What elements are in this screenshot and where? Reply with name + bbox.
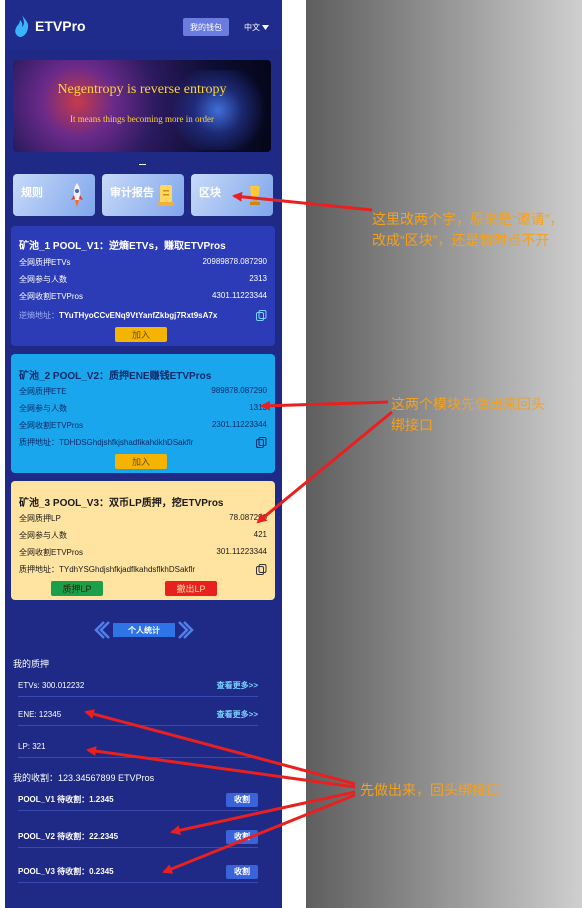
pool-3-row-label: 全网参与人数	[19, 531, 67, 540]
my-harvest-label: 我的收割：123.34567899 ETVPros	[13, 773, 155, 783]
block-tile[interactable]: 区块	[191, 174, 273, 216]
chevron-down-icon	[262, 25, 269, 30]
harvest-value: POOL_V3 待收割：0.2345	[18, 867, 114, 876]
pool-3-row-value: 78.087290	[229, 513, 267, 522]
harvest-value: POOL_V2 待收割：22.2345	[18, 832, 119, 841]
pool-1-row: 全网收割ETVPros 4301.11223344	[19, 291, 267, 302]
pool-2-row: 全网参与人数 1313	[19, 403, 267, 414]
pool-3-address-value: TYdhYSGhdjshfkjadflkahdsflkhDSakflr	[59, 565, 196, 574]
carousel-indicator	[139, 164, 146, 165]
pool-1-row-value: 2313	[249, 274, 267, 283]
pool-1-row-label: 全网收割ETVPros	[19, 292, 84, 301]
view-more-link[interactable]: 查看更多>>	[217, 709, 258, 720]
audit-report-tile[interactable]: 审计报告	[102, 174, 184, 216]
pool-1-row-value: 4301.11223344	[211, 291, 267, 300]
stake-row: LP: 321	[18, 736, 258, 758]
harvest-button[interactable]: 收割	[226, 864, 258, 879]
phone-screen: ETVPro 我的钱包 中文 Negentropy is reverse ent…	[5, 0, 282, 908]
pool-1-row-value: 20989878.087290	[202, 257, 267, 266]
pool-2-title: 矿池_2 POOL_V2：质押ENE赚钱ETVPros	[19, 371, 212, 382]
stake-value: ETVs: 300.012232	[18, 681, 85, 690]
block-label: 区块	[199, 187, 221, 199]
pool-3-row-label: 全网质押LP	[19, 514, 61, 523]
banner: Negentropy is reverse entropy It means t…	[13, 60, 271, 152]
pool-3-row-value: 301.11223344	[216, 547, 267, 556]
pool-card-3: 矿池_3 POOL_V3：双币LP质押，挖ETVPros 全网质押LP 78.08…	[11, 481, 275, 600]
pool-2-row-label: 全网收割ETVPros	[19, 421, 84, 430]
banner-title: Negentropy is reverse entropy	[57, 82, 227, 97]
pool-3-row-value: 421	[253, 530, 267, 539]
pool-2-address-value: TDHDSGhdjshfkjshadfikahdkhDSakflr	[59, 438, 194, 447]
rules-tile[interactable]: 规则	[13, 174, 95, 216]
pool-1-row: 全网质押ETVs 20989878.087290	[19, 257, 267, 268]
pool-3-row: 全网参与人数 421	[19, 530, 267, 541]
language-label: 中文	[244, 23, 260, 32]
copy-icon[interactable]	[256, 437, 267, 448]
annotation-note-2: 这两个模块先做出来回头绑接口	[391, 396, 545, 433]
pool-3-address: 质押地址： TYdhYSGhdjshfkjadflkahdsflkhDSakfl…	[19, 564, 267, 575]
pool-1-row: 全网参与人数 2313	[19, 274, 267, 285]
stake-row: ETVs: 300.012232 查看更多>>	[18, 675, 258, 697]
stake-row: ENE: 12345 查看更多>>	[18, 704, 258, 726]
pool-1-title: 矿池_1 POOL_V1：逆熵ETVs，赚取ETVPros	[19, 241, 226, 252]
pool-2-row-value: 989878.087290	[211, 386, 267, 395]
pool-1-join-button[interactable]: 加入	[115, 327, 167, 342]
pool-3-title: 矿池_3 POOL_V3：双币LP质押，挖ETVPros	[19, 498, 224, 509]
pool-3-address-label: 质押地址：	[19, 565, 59, 574]
pool-2-row-value: 2301.11223344	[211, 420, 267, 429]
pool-1-address: 逆熵地址： TYuTHyoCCvENq9VtYanfZkbgj7Rxt9sA7x	[19, 310, 267, 321]
harvest-value: POOL_V1 待收割：1.2345	[18, 795, 114, 804]
view-more-link[interactable]: 查看更多>>	[217, 680, 258, 691]
background-panel	[306, 0, 582, 908]
pool-1-address-label: 逆熵地址：	[19, 311, 59, 320]
app-title: ETVPro	[35, 18, 86, 34]
pool-3-row: 全网收割ETVPros 301.11223344	[19, 547, 267, 558]
flame-logo-icon	[15, 15, 29, 37]
pool-2-row: 全网质押ETE 989878.087290	[19, 386, 267, 397]
harvest-button[interactable]: 收割	[226, 792, 258, 807]
my-stake-label: 我的质押	[13, 659, 50, 669]
pool-card-2: 矿池_2 POOL_V2：质押ENE赚钱ETVPros 全网质押ETE 98987…	[11, 354, 275, 473]
pool-card-1: 矿池_1 POOL_V1：逆熵ETVs，赚取ETVPros 全网质押ETVs 20…	[11, 226, 275, 346]
rules-label: 规则	[21, 187, 43, 199]
my-wallet-button[interactable]: 我的钱包	[183, 18, 229, 36]
pool-2-address: 质押地址： TDHDSGhdjshfkjshadfikahdkhDSakflr	[19, 437, 267, 448]
harvest-row: POOL_V1 待收割：1.2345 收割	[18, 789, 258, 811]
pool-2-row: 全网收割ETVPros 2301.11223344	[19, 420, 267, 431]
top-bar: ETVPro 我的钱包 中文	[5, 0, 282, 50]
annotation-note-3: 先做出来，回头绑接口	[360, 782, 500, 798]
harvest-row: POOL_V2 待收割：22.2345 收割	[18, 826, 258, 848]
pool-3-row: 全网质押LP 78.087290	[19, 513, 267, 524]
annotation-note-1: 这里改两个字，原来是“邀请”，改成“区块”，还是暂时点不开	[372, 211, 564, 248]
stake-value: LP: 321	[18, 742, 46, 751]
audit-report-label: 审计报告	[110, 187, 154, 199]
stake-lp-button[interactable]: 质押LP	[51, 581, 103, 596]
pool-1-row-label: 全网质押ETVs	[19, 258, 71, 267]
banner-subtitle: It means things becoming more in order	[70, 114, 214, 124]
harvest-row: POOL_V3 待收割：0.2345 收割	[18, 861, 258, 883]
pool-2-row-label: 全网质押ETE	[19, 387, 67, 396]
harvest-button[interactable]: 收割	[226, 829, 258, 844]
pool-1-row-label: 全网参与人数	[19, 275, 67, 284]
pool-2-address-label: 质押地址：	[19, 438, 59, 447]
pool-1-address-value: TYuTHyoCCvENq9VtYanfZkbgj7Rxt9sA7x	[59, 311, 218, 320]
copy-icon[interactable]	[256, 310, 267, 321]
pool-2-row-label: 全网参与人数	[19, 404, 67, 413]
trophy-icon	[250, 186, 260, 205]
language-selector[interactable]: 中文	[244, 22, 269, 33]
personal-stats-title: 个人统计	[128, 626, 160, 635]
pool-2-join-button[interactable]: 加入	[115, 454, 167, 469]
pool-3-row-label: 全网收割ETVPros	[19, 548, 84, 557]
pool-2-row-value: 1313	[249, 403, 267, 412]
scroll-icon	[158, 185, 174, 206]
app-logo: ETVPro	[13, 14, 86, 38]
rocket-icon	[71, 183, 83, 207]
withdraw-lp-button[interactable]: 撤出LP	[165, 581, 217, 596]
stake-value: ENE: 12345	[18, 710, 62, 719]
copy-icon[interactable]	[256, 564, 267, 575]
